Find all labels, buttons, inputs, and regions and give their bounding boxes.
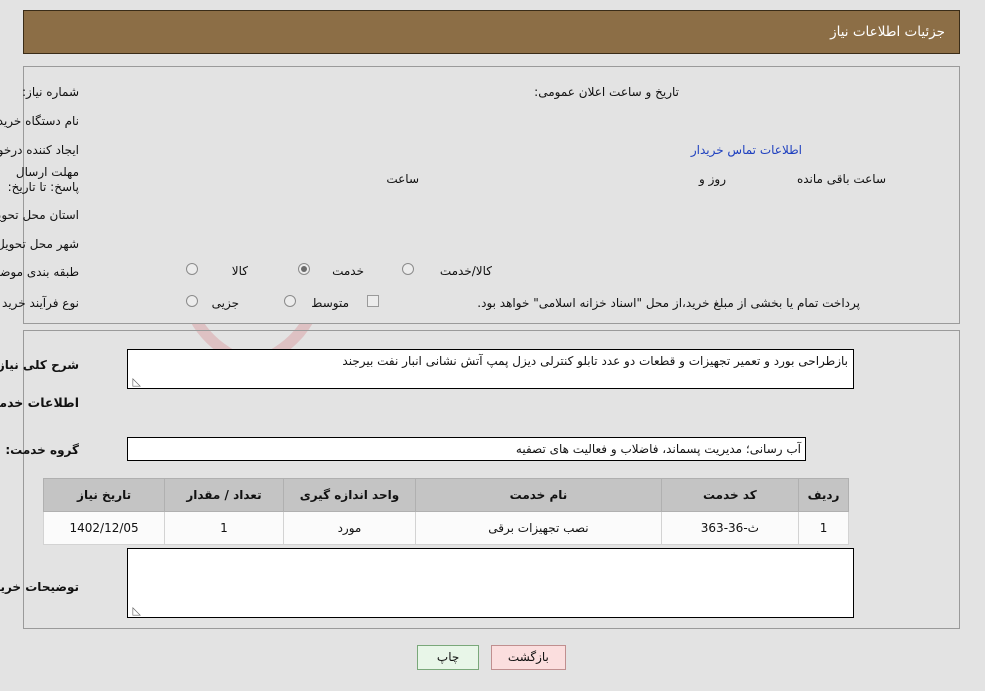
general-description-textarea[interactable]: بازطراحی بورد و تعمیر تجهیزات و قطعات دو… <box>128 349 855 389</box>
request-creator-label: ایجاد کننده درخواست: <box>0 143 80 157</box>
services-section-heading: اطلاعات خدمات مورد نیاز <box>0 395 80 410</box>
col-quantity: تعداد / مقدار <box>165 478 285 512</box>
cell-name: نصب تجهیزات برقی <box>416 511 663 545</box>
print-button[interactable]: چاپ <box>418 645 481 670</box>
col-row: ردیف <box>799 478 850 512</box>
radio-category-kala[interactable] <box>187 263 199 275</box>
response-deadline-label: مهلت ارسال پاسخ: تا تاریخ: <box>8 165 80 194</box>
delivery-province-label: استان محل تحویل: <box>0 208 80 222</box>
radio-process-motevaset-label: متوسط <box>312 296 350 310</box>
days-and-label: روز و <box>700 172 727 186</box>
buyer-notes-textarea[interactable]: ◺ <box>128 548 855 618</box>
radio-process-motevaset[interactable] <box>285 295 297 307</box>
remaining-suffix-label: ساعت باقی مانده <box>797 172 887 186</box>
col-name: نام خدمت <box>416 478 663 512</box>
services-table: ردیف کد خدمت نام خدمت واحد اندازه گیری ت… <box>43 478 850 545</box>
purchase-process-label: نوع فرآیند خرید : <box>0 296 80 310</box>
radio-process-jozii-label: جزیی <box>212 296 240 310</box>
page-header-bar: جزئیات اطلاعات نیاز <box>24 10 961 54</box>
cell-unit: مورد <box>283 511 418 545</box>
buyer-org-label: نام دستگاه خریدار: <box>0 114 80 128</box>
announce-datetime-label: تاریخ و ساعت اعلان عمومی: <box>535 85 680 99</box>
table-row: 1 ث-36-363 نصب تجهیزات برقی مورد 1 1402/… <box>43 511 850 545</box>
radio-category-kala-khedmat[interactable] <box>403 263 415 275</box>
cell-quantity: 1 <box>165 511 285 545</box>
buyer-contact-link[interactable]: اطلاعات تماس خریدار <box>692 143 803 157</box>
col-unit: واحد اندازه گیری <box>283 478 418 512</box>
resize-grip-icon[interactable]: ◺ <box>132 605 142 616</box>
radio-category-khedmat[interactable] <box>299 263 311 275</box>
radio-category-kala-khedmat-label: کالا/خدمت <box>440 264 493 278</box>
page-title: جزئیات اطلاعات نیاز <box>831 24 946 40</box>
cell-code: ث-36-363 <box>661 511 801 545</box>
col-code: کد خدمت <box>661 478 801 512</box>
action-button-row: بازگشت چاپ <box>0 645 985 670</box>
need-info-panel <box>24 66 961 324</box>
resize-grip-icon[interactable]: ◺ <box>132 376 142 387</box>
radio-process-jozii[interactable] <box>187 295 199 307</box>
table-header-row: ردیف کد خدمت نام خدمت واحد اندازه گیری ت… <box>43 478 850 512</box>
general-description-value: بازطراحی بورد و تعمیر تجهیزات و قطعات دو… <box>343 354 849 368</box>
subject-category-label: طبقه بندی موضوعی: <box>0 265 80 279</box>
deadline-hour-label: ساعت <box>387 172 420 186</box>
cell-need-date: 1402/12/05 <box>43 511 167 545</box>
service-group-label: گروه خدمت: <box>6 443 80 457</box>
col-need-date: تاریخ نیاز <box>43 478 167 512</box>
cell-row: 1 <box>799 511 850 545</box>
buyer-notes-label: توضیحات خریدار: <box>0 580 80 594</box>
general-description-label: شرح کلی نیاز: <box>0 358 80 372</box>
back-button[interactable]: بازگشت <box>491 645 567 670</box>
radio-category-kala-label: کالا <box>232 264 249 278</box>
radio-category-khedmat-label: خدمت <box>333 264 365 278</box>
delivery-city-label: شهر محل تحویل: <box>0 237 80 251</box>
treasury-documents-checkbox[interactable] <box>368 295 380 307</box>
treasury-documents-label: پرداخت تمام یا بخشی از مبلغ خرید،از محل … <box>478 296 861 310</box>
service-group-value: آب رسانی؛ مدیریت پسماند، فاضلاب و فعالیت… <box>128 437 807 461</box>
need-number-label: شماره نیاز: <box>23 85 80 99</box>
